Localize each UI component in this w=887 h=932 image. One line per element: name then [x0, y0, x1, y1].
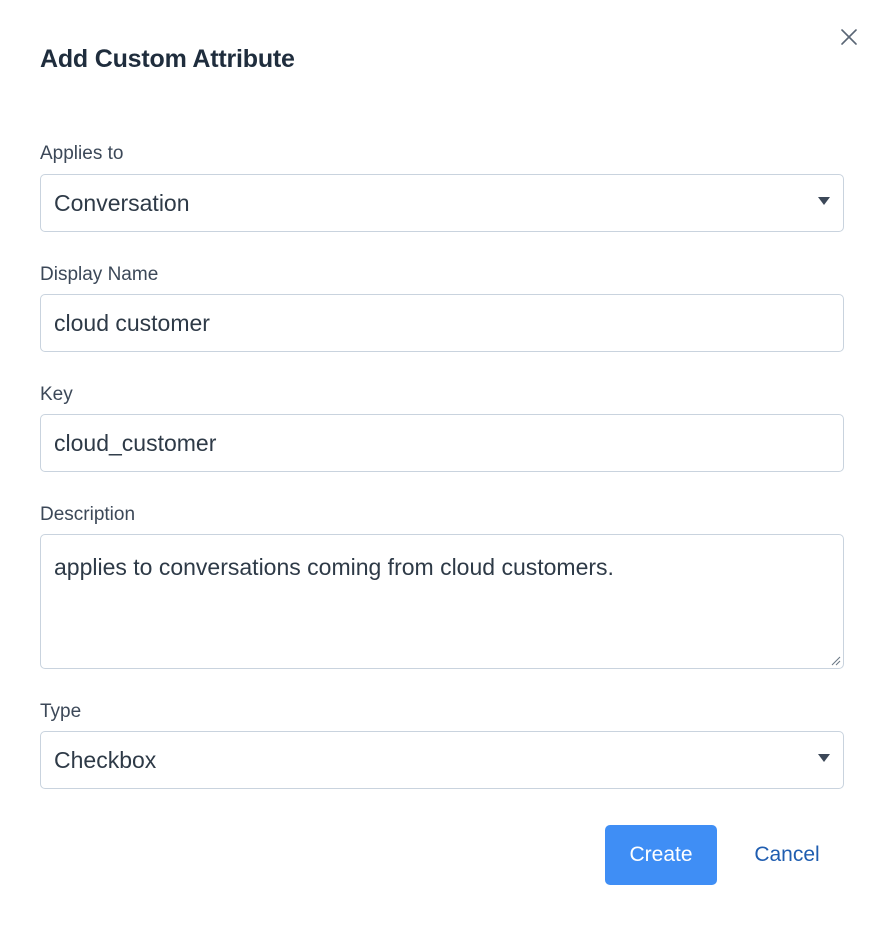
display-name-input[interactable]: cloud customer [40, 294, 844, 352]
display-name-label: Display Name [40, 264, 159, 285]
cancel-button[interactable]: Cancel [735, 825, 839, 885]
applies-to-label: Applies to [40, 143, 124, 164]
description-value: applies to conversations coming from clo… [54, 554, 614, 580]
close-icon [841, 29, 857, 45]
dropdown-arrow-icon [818, 197, 830, 205]
display-name-value: cloud customer [54, 309, 210, 336]
applies-to-value: Conversation [54, 189, 190, 216]
type-select[interactable]: Checkbox [40, 731, 844, 789]
description-textarea[interactable]: applies to conversations coming from clo… [40, 534, 844, 669]
key-value: cloud_customer [54, 429, 217, 456]
create-button[interactable]: Create [605, 825, 717, 885]
add-custom-attribute-modal: Add Custom Attribute Applies to Conversa… [0, 0, 887, 932]
description-label: Description [40, 504, 136, 525]
applies-to-select[interactable]: Conversation [40, 174, 844, 232]
type-value: Checkbox [54, 746, 157, 773]
type-label: Type [40, 701, 82, 722]
modal-title: Add Custom Attribute [40, 45, 295, 73]
resize-handle-icon[interactable] [829, 654, 841, 666]
close-button[interactable] [838, 26, 860, 48]
key-label: Key [40, 384, 73, 405]
key-input[interactable]: cloud_customer [40, 414, 844, 472]
dropdown-arrow-icon [818, 754, 830, 762]
